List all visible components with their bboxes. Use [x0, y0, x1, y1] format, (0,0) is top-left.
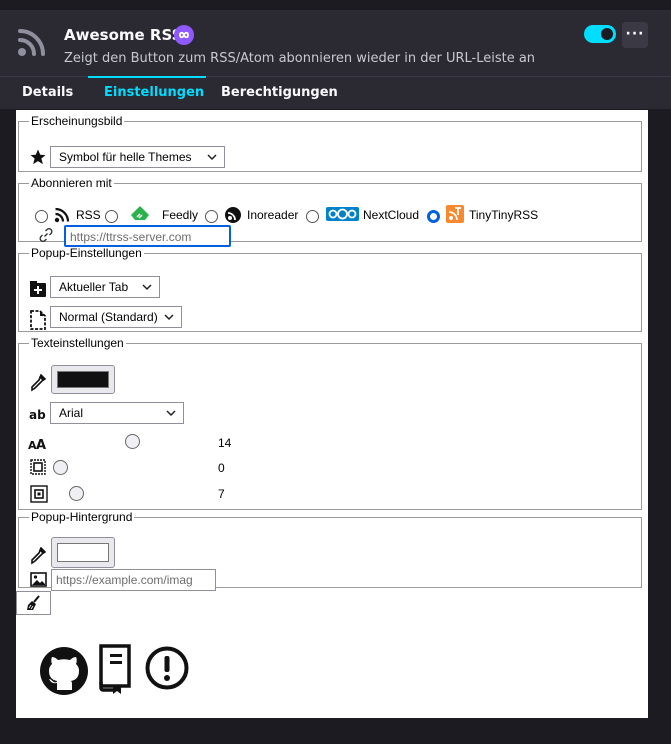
text-color-button[interactable] [51, 365, 115, 394]
font-select-value: Arial [59, 406, 84, 420]
popup-legend: Popup-Einstellungen [31, 246, 142, 260]
link-icon [39, 227, 53, 243]
toggle-knob [601, 28, 613, 40]
spacing-icon [30, 485, 48, 503]
font-size-icon: A A [28, 438, 46, 450]
text-color-swatch [57, 371, 109, 388]
github-icon[interactable] [39, 646, 89, 696]
text-legend: Texteinstellungen [31, 336, 124, 350]
background-color-button[interactable] [51, 537, 115, 568]
spacing-slider[interactable] [69, 486, 84, 501]
radio-tinytinyrss[interactable] [427, 210, 440, 223]
exclamation-icon[interactable] [145, 646, 189, 690]
popup-open-select[interactable]: Aktueller Tab [50, 276, 160, 298]
popup-open-select-value: Aktueller Tab [59, 280, 129, 294]
recommended-badge-icon [174, 25, 194, 45]
chevron-down-icon [164, 314, 174, 321]
text-fieldset: Texteinstellungen ab Arial A A 14 0 7 [18, 336, 642, 510]
background-fieldset: Popup-Hintergrund https://example.com/im… [18, 510, 642, 591]
tinytinyrss-icon [446, 205, 464, 223]
rss-label: RSS [76, 208, 101, 222]
inoreader-label: Inoreader [247, 208, 299, 222]
font-size-value: 14 [218, 436, 232, 450]
background-image-input[interactable]: https://example.com/imag [51, 569, 216, 591]
svg-text:A: A [36, 438, 46, 450]
background-legend: Popup-Hintergrund [31, 510, 133, 524]
page-size-icon [30, 310, 46, 330]
ttrss-server-placeholder: https://ttrss-server.com [70, 230, 192, 244]
settings-panel: Erscheinungsbild Symbol für helle Themes… [16, 110, 648, 718]
subscribe-fieldset: Abonnieren mit RSS Feedly Inoreader Next… [18, 176, 642, 247]
svg-text:ab: ab [29, 408, 46, 421]
radio-feedly[interactable] [105, 210, 118, 223]
icon-theme-select[interactable]: Symbol für helle Themes [50, 146, 225, 168]
popup-fieldset: Popup-Einstellungen Aktueller Tab Normal… [18, 246, 642, 332]
active-tab-indicator [88, 76, 206, 78]
nextcloud-icon [326, 207, 359, 221]
extension-header: Awesome RSS Zeigt den Button zum RSS/Ato… [0, 0, 671, 76]
broom-icon [27, 595, 40, 610]
background-image-placeholder: https://example.com/imag [56, 573, 193, 587]
app-title: Awesome RSS [64, 26, 183, 44]
chevron-down-icon [207, 154, 217, 161]
more-options-button[interactable]: ··· [622, 22, 648, 48]
image-icon [30, 572, 47, 587]
rss-icon [54, 207, 70, 223]
icon-theme-select-value: Symbol für helle Themes [59, 150, 192, 164]
tab-permissions[interactable]: Berechtigungen [221, 85, 338, 100]
tab-settings[interactable]: Einstellungen [104, 85, 204, 100]
app-description: Zeigt den Button zum RSS/Atom abonnieren… [64, 51, 536, 66]
tab-details[interactable]: Details [22, 85, 73, 100]
chevron-down-icon [142, 284, 152, 291]
chevron-down-icon [166, 410, 176, 417]
radio-rss[interactable] [35, 210, 48, 223]
padding-value: 0 [218, 461, 225, 475]
padding-icon [30, 459, 46, 475]
tab-bar: Details Einstellungen Berechtigungen [0, 76, 671, 109]
font-icon: ab [29, 408, 46, 421]
eyedropper-icon [31, 374, 46, 392]
top-strip [0, 0, 671, 10]
star-icon [30, 149, 46, 165]
ttrss-server-input[interactable]: https://ttrss-server.com [64, 225, 231, 247]
spacing-value: 7 [218, 487, 225, 501]
padding-slider[interactable] [53, 460, 68, 475]
subscribe-legend: Abonnieren mit [31, 176, 112, 190]
appearance-legend: Erscheinungsbild [31, 114, 123, 128]
feedly-label: Feedly [162, 208, 199, 222]
inoreader-icon [225, 207, 241, 223]
popup-size-select[interactable]: Normal (Standard) [50, 306, 182, 328]
feedly-icon [131, 206, 149, 220]
book-icon[interactable] [97, 644, 133, 694]
rss-logo-icon [18, 29, 45, 56]
nextcloud-label: NextCloud [363, 208, 420, 222]
new-tab-icon [30, 281, 46, 297]
radio-nextcloud[interactable] [306, 210, 319, 223]
appearance-fieldset: Erscheinungsbild Symbol für helle Themes [18, 114, 642, 172]
font-size-slider[interactable] [125, 434, 140, 449]
reset-button[interactable] [16, 591, 51, 615]
font-select[interactable]: Arial [50, 402, 184, 424]
tinytinyrss-label: TinyTinyRSS [469, 208, 539, 222]
eyedropper-icon [31, 547, 46, 565]
popup-size-select-value: Normal (Standard) [59, 310, 158, 324]
background-color-swatch [57, 543, 109, 562]
radio-inoreader[interactable] [205, 210, 218, 223]
enable-toggle[interactable] [584, 25, 616, 43]
